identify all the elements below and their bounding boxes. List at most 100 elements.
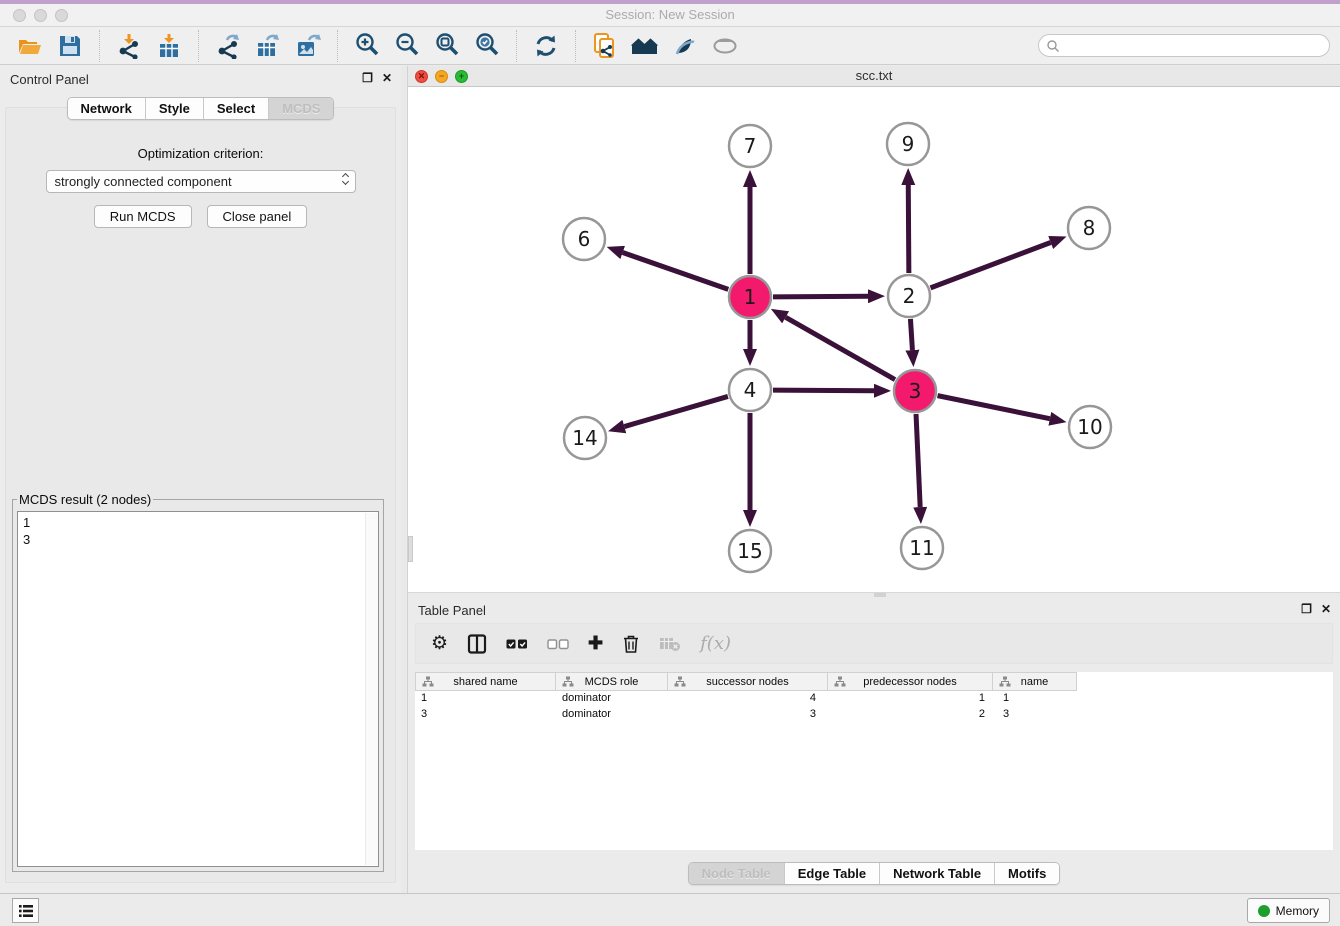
table-cell[interactable]: 3 — [993, 707, 1077, 723]
graph-node-3[interactable]: 3 — [894, 370, 936, 412]
import-table-icon[interactable] — [153, 31, 185, 61]
table-settings-icon[interactable]: ⚙ — [431, 632, 448, 655]
optimization-criterion-select[interactable]: strongly connected component — [46, 170, 356, 193]
splitter-handle[interactable] — [408, 536, 413, 562]
graph-node-14[interactable]: 14 — [564, 417, 606, 459]
network-zoom-button[interactable]: + — [455, 70, 468, 83]
table-row[interactable]: 3dominator323 — [415, 707, 1333, 723]
column-header-successor-nodes[interactable]: successor nodes — [668, 672, 828, 691]
table-cell[interactable]: dominator — [556, 707, 668, 723]
network-canvas[interactable]: 7 9 6 8 1 2 4 3 14 10 15 11 — [408, 87, 1340, 592]
search-box[interactable] — [1038, 34, 1330, 57]
tab-network-table[interactable]: Network Table — [879, 863, 994, 884]
minimize-window-button[interactable] — [34, 9, 47, 22]
select-all-columns-icon[interactable] — [506, 638, 528, 650]
graph-node-4[interactable]: 4 — [729, 369, 771, 411]
open-file-icon[interactable] — [14, 31, 46, 61]
task-history-button[interactable] — [12, 898, 39, 923]
delete-column-icon[interactable] — [622, 634, 640, 654]
search-input[interactable] — [1060, 38, 1322, 54]
table-cell[interactable]: 1 — [415, 691, 556, 707]
network-minimize-button[interactable]: − — [435, 70, 448, 83]
network-from-selection-icon[interactable] — [589, 31, 621, 61]
table-cell[interactable]: 3 — [668, 707, 828, 723]
table-row[interactable]: 1dominator411 — [415, 691, 1333, 707]
tab-style[interactable]: Style — [145, 98, 203, 119]
delete-table-icon — [659, 636, 681, 652]
vertical-splitter[interactable] — [401, 66, 408, 893]
zoom-in-icon[interactable] — [351, 31, 383, 61]
column-label: predecessor nodes — [863, 676, 957, 688]
zoom-window-button[interactable] — [55, 9, 68, 22]
column-label: MCDS role — [585, 676, 639, 688]
table-panel-float-icon[interactable]: ❐ — [1301, 602, 1312, 616]
window-controls[interactable] — [13, 9, 68, 22]
memory-button[interactable]: Memory — [1247, 898, 1330, 923]
tab-select[interactable]: Select — [203, 98, 268, 119]
column-header-shared-name[interactable]: shared name — [415, 672, 556, 691]
zoom-out-icon[interactable] — [391, 31, 423, 61]
column-header-predecessor-nodes[interactable]: predecessor nodes — [828, 672, 993, 691]
graph-edge-2-9[interactable] — [908, 185, 909, 273]
tab-node-table[interactable]: Node Table — [689, 863, 784, 884]
result-scrollbar[interactable] — [365, 513, 378, 865]
graph-edge-2-3[interactable] — [910, 319, 912, 350]
tab-network[interactable]: Network — [68, 98, 145, 119]
close-window-button[interactable] — [13, 9, 26, 22]
statusbar: Memory — [0, 893, 1340, 926]
export-network-icon[interactable] — [212, 31, 244, 61]
graph-edge-1-2[interactable] — [773, 296, 868, 297]
column-type-icon — [834, 676, 846, 688]
optimization-criterion-value: strongly connected component — [55, 174, 232, 189]
show-columns-icon[interactable] — [467, 634, 487, 654]
graph-node-6[interactable]: 6 — [563, 218, 605, 260]
unselect-all-columns-icon[interactable] — [547, 638, 569, 650]
home-icon[interactable] — [629, 31, 661, 61]
column-header-name[interactable]: name — [993, 672, 1077, 691]
refresh-icon[interactable] — [530, 31, 562, 61]
close-panel-button[interactable]: Close panel — [207, 205, 308, 228]
zoom-fit-icon[interactable] — [431, 31, 463, 61]
column-header-MCDS-role[interactable]: MCDS role — [556, 672, 668, 691]
tab-edge-table[interactable]: Edge Table — [784, 863, 879, 884]
graph-edge-4-3[interactable] — [773, 390, 874, 391]
import-network-icon[interactable] — [113, 31, 145, 61]
show-hide-icon[interactable] — [709, 31, 741, 61]
table-cell[interactable]: 2 — [828, 707, 993, 723]
graph-edge-4-14[interactable] — [624, 396, 728, 426]
run-mcds-button[interactable]: Run MCDS — [94, 205, 192, 228]
graph-edge-3-11[interactable] — [916, 414, 920, 507]
control-panel-close-icon[interactable]: ✕ — [382, 71, 392, 85]
tab-motifs[interactable]: Motifs — [994, 863, 1059, 884]
table-cell[interactable]: 1 — [993, 691, 1077, 707]
network-close-button[interactable]: ✕ — [415, 70, 428, 83]
export-image-icon[interactable] — [292, 31, 324, 61]
column-type-icon — [674, 676, 686, 688]
graph-edge-1-6[interactable] — [623, 253, 729, 290]
mcds-result-text[interactable]: 13 — [17, 511, 379, 867]
table-cell[interactable]: 3 — [415, 707, 556, 723]
graph-edge-3-1[interactable] — [786, 317, 895, 379]
graph-node-9[interactable]: 9 — [887, 123, 929, 165]
graph-node-8[interactable]: 8 — [1068, 207, 1110, 249]
graph-node-15[interactable]: 15 — [729, 530, 771, 572]
control-panel: Control Panel ❐ ✕ NetworkStyleSelectMCDS… — [0, 66, 401, 893]
graph-node-10[interactable]: 10 — [1069, 406, 1111, 448]
table-cell[interactable]: dominator — [556, 691, 668, 707]
graph-node-1[interactable]: 1 — [729, 276, 771, 318]
table-cell[interactable]: 4 — [668, 691, 828, 707]
graph-edge-3-10[interactable] — [938, 396, 1050, 419]
tab-mcds[interactable]: MCDS — [268, 98, 333, 119]
graph-edge-2-8[interactable] — [931, 242, 1051, 287]
graph-node-7[interactable]: 7 — [729, 125, 771, 167]
graph-node-2[interactable]: 2 — [888, 275, 930, 317]
zoom-selected-icon[interactable] — [471, 31, 503, 61]
table-panel-close-icon[interactable]: ✕ — [1321, 602, 1331, 616]
save-session-icon[interactable] — [54, 31, 86, 61]
style-preview-icon[interactable] — [669, 31, 701, 61]
export-table-icon[interactable] — [252, 31, 284, 61]
control-panel-float-icon[interactable]: ❐ — [362, 71, 373, 85]
table-cell[interactable]: 1 — [828, 691, 993, 707]
graph-node-11[interactable]: 11 — [901, 527, 943, 569]
create-column-icon[interactable]: ✚ — [588, 633, 603, 654]
